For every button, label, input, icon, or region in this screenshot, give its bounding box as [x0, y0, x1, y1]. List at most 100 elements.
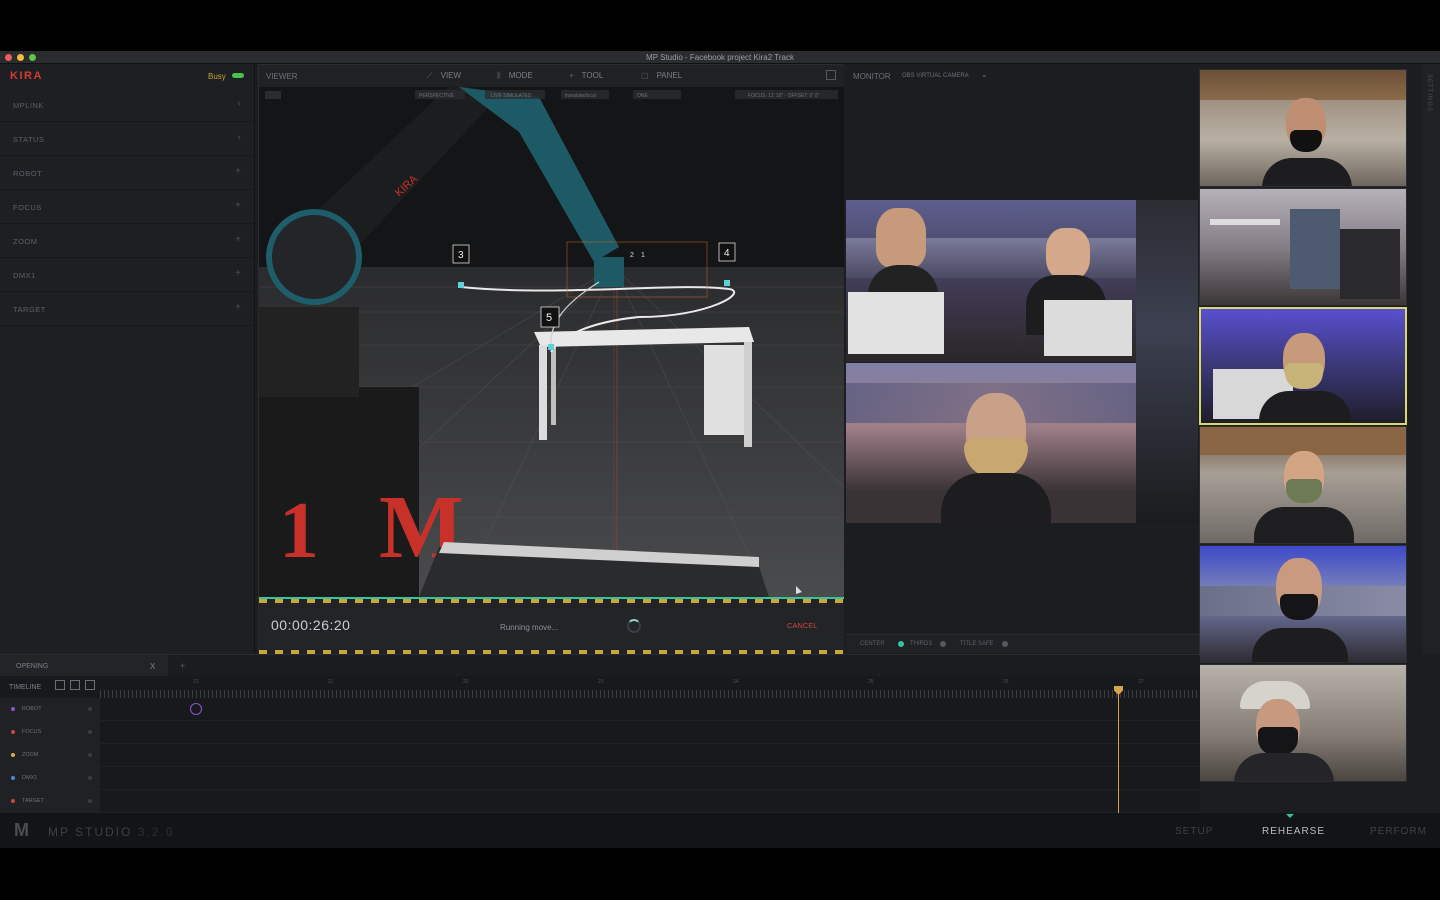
mode-rehearse[interactable]: REHEARSE: [1262, 826, 1325, 837]
minimize-window-button[interactable]: [17, 54, 24, 61]
viewer-panel: VIEWER ⟋ VIEW ⫼ MODE + TOOL ▢ PANEL M 1 …: [258, 64, 844, 654]
waypoint-2[interactable]: 2: [630, 252, 634, 259]
ruler-tick: 23: [598, 679, 604, 685]
sidebar: KIRA Busy MPLINK ‹ STATUS ‹ ROBOT + FOCU…: [0, 64, 255, 654]
app-version: 3.2.0: [137, 825, 175, 839]
waypoint-1[interactable]: 1: [641, 252, 645, 259]
close-icon[interactable]: X: [150, 662, 155, 671]
ruler-tick: 21: [328, 679, 334, 685]
thirds-toggle[interactable]: [940, 641, 946, 647]
participant-tile-active-speaker[interactable]: [1199, 307, 1407, 425]
timeline[interactable]: TIMELINE 22 21 22 23 24 25 26 27 ROBOT F…: [0, 676, 1200, 813]
sidebar-item-label: STATUS: [13, 135, 45, 144]
live-simulated-tag: LIVE SIMULATED: [491, 93, 532, 99]
robot-keyframe[interactable]: [190, 703, 202, 715]
view-button[interactable]: ⟋ VIEW: [427, 71, 461, 81]
perspective-tag: PERSPECTIVE: [419, 93, 455, 99]
mode-button[interactable]: ⫼ MODE: [497, 71, 533, 81]
sidebar-item-mplink[interactable]: MPLINK ‹: [0, 88, 255, 122]
svg-text:1: 1: [641, 252, 645, 259]
settings-rail[interactable]: SETTINGS: [1422, 64, 1440, 653]
title-safe-toggle[interactable]: [1002, 641, 1008, 647]
chevron-left-icon[interactable]: ‹: [238, 132, 241, 143]
playhead[interactable]: [1118, 687, 1119, 813]
svg-text:3: 3: [458, 250, 464, 261]
track-end-dot: [88, 799, 92, 803]
tool-button[interactable]: + TOOL: [569, 71, 603, 80]
participant-tile[interactable]: [1199, 69, 1407, 187]
running-status: Running move...: [500, 623, 559, 632]
track-color-dot: [11, 753, 15, 757]
close-window-button[interactable]: [5, 54, 12, 61]
center-label: CENTER: [860, 641, 885, 647]
sidebar-item-robot[interactable]: ROBOT +: [0, 156, 255, 190]
video-feed-bottom: [846, 363, 1136, 523]
ruler-tick: 27: [1138, 679, 1144, 685]
sidebar-item-status[interactable]: STATUS ‹: [0, 122, 255, 156]
sidebar-item-label: TARGET: [13, 305, 46, 314]
maximize-window-button[interactable]: [29, 54, 36, 61]
track-end-dot: [88, 776, 92, 780]
settings-label: SETTINGS: [1426, 74, 1432, 113]
timeline-ruler[interactable]: [100, 690, 1200, 698]
thirds-label: THIRDS: [910, 641, 933, 647]
focus-offset-readout: FOCUS: 11' 10" - OFFSET: 0' 0": [748, 93, 819, 99]
app-window: MP Studio - Facebook project Kira2 Track…: [0, 51, 1440, 848]
chevron-left-icon[interactable]: ‹: [238, 98, 241, 109]
view-icon: ⟋: [427, 71, 433, 80]
track-zoom[interactable]: ZOOM: [0, 744, 1200, 767]
track-color-dot: [11, 799, 15, 803]
cancel-button[interactable]: CANCEL: [787, 621, 817, 630]
track-dmx1[interactable]: DMX1: [0, 767, 1200, 790]
camera-select[interactable]: OBS VIRTUAL CAMERA: [902, 73, 969, 79]
fullscreen-icon[interactable]: [826, 70, 836, 80]
snap-icon[interactable]: [55, 680, 65, 690]
sidebar-item-label: DMX1: [13, 271, 36, 280]
plus-icon[interactable]: +: [235, 166, 241, 177]
plus-icon[interactable]: +: [235, 302, 241, 313]
participant-tile[interactable]: [1199, 664, 1407, 782]
timeline-label: TIMELINE: [9, 684, 42, 691]
plus-icon[interactable]: +: [235, 234, 241, 245]
track-robot[interactable]: ROBOT: [0, 698, 1200, 721]
track-target[interactable]: TARGET: [0, 790, 1200, 813]
sidebar-item-target[interactable]: TARGET +: [0, 292, 255, 326]
add-tab-button[interactable]: +: [180, 661, 185, 671]
ruler-tick: 25: [868, 679, 874, 685]
tab-opening[interactable]: OPENING X: [0, 655, 168, 677]
mode-setup[interactable]: SETUP: [1175, 826, 1213, 837]
track-focus[interactable]: FOCUS: [0, 721, 1200, 744]
track-label: ZOOM: [22, 752, 39, 758]
track-end-dot: [88, 730, 92, 734]
participant-tile[interactable]: [1199, 188, 1407, 306]
track-label: ROBOT: [22, 706, 42, 712]
plus-icon[interactable]: +: [235, 268, 241, 279]
sidebar-item-zoom[interactable]: ZOOM +: [0, 224, 255, 258]
sidebar-item-dmx1[interactable]: DMX1 +: [0, 258, 255, 292]
mp-logo-icon: M: [14, 820, 29, 840]
center-toggle[interactable]: [898, 641, 904, 647]
viewer-toolbar: VIEWER ⟋ VIEW ⫼ MODE + TOOL ▢ PANEL: [259, 65, 844, 87]
chevron-down-icon[interactable]: ⌄: [981, 70, 988, 79]
sidebar-item-label: ROBOT: [13, 169, 43, 178]
title-bar: MP Studio - Facebook project Kira2 Track: [0, 51, 1440, 64]
mode-icon: ⫼: [497, 71, 501, 80]
viewer-3d-scene[interactable]: M 1 KIRA 3 4 5 2 1 PERSPECTIVE LIVE SIMU…: [259, 87, 844, 597]
sidebar-item-label: MPLINK: [13, 101, 44, 110]
sidebar-item-label: FOCUS: [13, 203, 42, 212]
panel-button[interactable]: ▢ PANEL: [641, 71, 682, 80]
plus-icon[interactable]: +: [235, 200, 241, 211]
active-mode-indicator: [1286, 814, 1294, 818]
graph-icon[interactable]: [85, 680, 95, 690]
track-end-dot: [88, 753, 92, 757]
app-name: MP STUDIO 3.2.0: [48, 825, 175, 839]
participant-tile[interactable]: [1199, 545, 1407, 663]
participant-tile[interactable]: [1199, 426, 1407, 544]
curve-icon[interactable]: [70, 680, 80, 690]
track-color-dot: [11, 730, 15, 734]
sidebar-item-focus[interactable]: FOCUS +: [0, 190, 255, 224]
mode-perform[interactable]: PERFORM: [1370, 826, 1427, 837]
video-feed-top: [846, 200, 1136, 362]
status-busy: Busy: [208, 72, 226, 81]
ruler-tick: 22: [193, 679, 199, 685]
